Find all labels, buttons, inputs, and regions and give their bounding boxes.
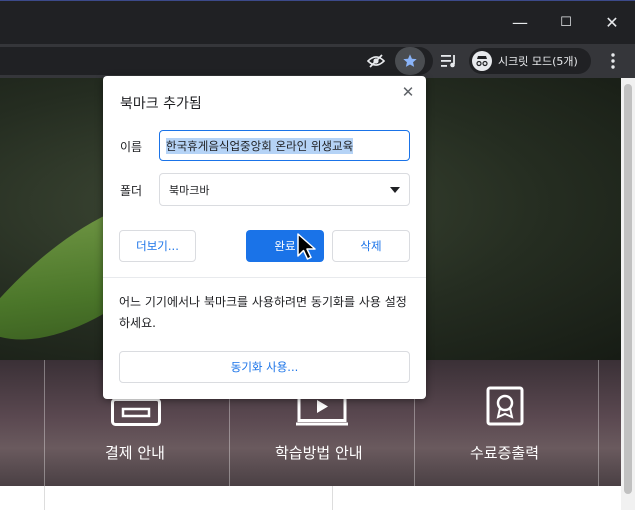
- dropdown-arrow-icon: [390, 186, 400, 193]
- menu-learning-guide[interactable]: 학습방법 안내: [275, 442, 363, 463]
- incognito-icon: [472, 51, 492, 71]
- enable-sync-button[interactable]: 동기화 사용...: [119, 351, 410, 383]
- browser-toolbar: 시크릿 모드(5개): [0, 44, 635, 78]
- payment-icon[interactable]: [111, 398, 161, 426]
- bookmark-name-input[interactable]: 한국휴게음식업중앙회 온라인 위생교육: [159, 130, 410, 161]
- maximize-button[interactable]: ☐: [543, 7, 589, 37]
- menu-cell: [44, 360, 45, 486]
- more-button[interactable]: 더보기...: [119, 230, 196, 262]
- folder-label: 폴더: [120, 184, 143, 198]
- bookmark-name-value: 한국휴게음식업중앙회 온라인 위생교육: [166, 137, 354, 154]
- incognito-label: 시크릿 모드(5개): [498, 55, 578, 68]
- chrome-menu-icon[interactable]: [601, 49, 625, 73]
- window-titlebar: — ☐ ✕: [0, 0, 635, 44]
- tracking-blocked-eye-icon[interactable]: [364, 49, 388, 73]
- sync-promo: 어느 기기에서나 북마크를 사용하려면 동기화를 사용 설정하세요. 동기화 사…: [103, 277, 426, 399]
- minimize-button[interactable]: —: [497, 7, 543, 37]
- close-window-button[interactable]: ✕: [589, 7, 635, 37]
- scrollbar-thumb[interactable]: [624, 84, 632, 494]
- menu-payment-guide[interactable]: 결제 안내: [105, 442, 165, 463]
- bookmark-star-icon[interactable]: [395, 47, 425, 75]
- menu-certificate-print[interactable]: 수료증출력: [470, 442, 539, 463]
- dialog-title: 북마크 추가됨: [120, 96, 202, 112]
- reading-list-icon[interactable]: [438, 49, 462, 73]
- bookmark-folder-select[interactable]: 북마크바: [159, 173, 410, 206]
- name-label: 이름: [120, 140, 143, 154]
- mouse-cursor-icon: [296, 233, 318, 261]
- incognito-indicator[interactable]: 시크릿 모드(5개): [469, 48, 591, 74]
- sync-message: 어느 기기에서나 북마크를 사용하려면 동기화를 사용 설정하세요.: [119, 295, 407, 330]
- page-scrollbar[interactable]: [621, 78, 635, 510]
- page-bottom-area: [0, 486, 621, 510]
- divider: [44, 486, 45, 510]
- folder-value: 북마크바: [169, 183, 210, 197]
- menu-cell: [598, 360, 599, 486]
- divider: [332, 486, 333, 510]
- dialog-close-icon[interactable]: ✕: [397, 81, 419, 103]
- remove-button[interactable]: 삭제: [332, 230, 410, 262]
- certificate-icon[interactable]: [486, 386, 524, 426]
- bookmark-added-dialog: 북마크 추가됨 ✕ 이름 한국휴게음식업중앙회 온라인 위생교육 폴더 북마크바…: [103, 76, 426, 399]
